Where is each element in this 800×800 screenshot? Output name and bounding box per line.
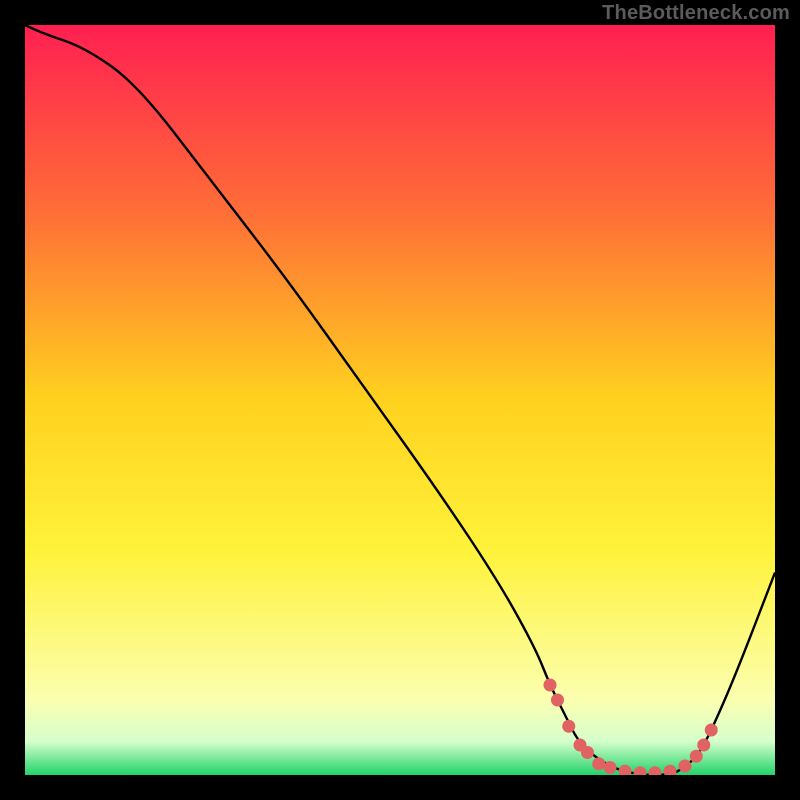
marker-dot: [679, 760, 692, 773]
chart-svg: [25, 25, 775, 775]
marker-dot: [581, 746, 594, 759]
marker-dot: [544, 679, 557, 692]
marker-dot: [592, 757, 605, 770]
plot-area: [25, 25, 775, 775]
marker-dot: [562, 720, 575, 733]
marker-dot: [705, 724, 718, 737]
attribution-label: TheBottleneck.com: [602, 2, 790, 25]
marker-dot: [551, 694, 564, 707]
chart-frame: TheBottleneck.com: [0, 0, 800, 800]
marker-dot: [697, 739, 710, 752]
chart-background: [25, 25, 775, 775]
marker-dot: [604, 761, 617, 774]
marker-dot: [690, 750, 703, 763]
